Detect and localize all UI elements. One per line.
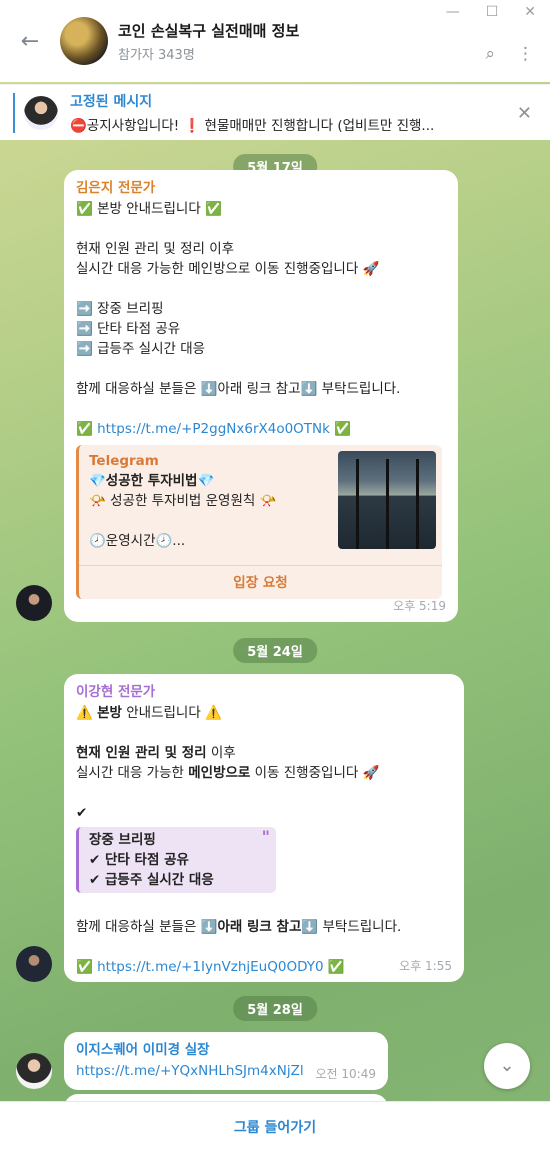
scroll-down-button[interactable]: ⌄ [484,1043,530,1089]
back-arrow-icon[interactable]: ← [0,29,60,54]
message-line: 현재 인원 관리 및 정리 이후 [76,241,235,257]
window-controls: — ☐ ✕ [446,4,536,20]
search-icon[interactable]: ⌕ [485,44,495,64]
message-line: ✅ 본방 안내드립니다 ✅ [76,201,222,217]
invite-link[interactable]: https://t.me/+P2ggNx6rX4o0OTNk [97,421,330,437]
invite-link[interactable]: https://t.me/+1IynVzhjEuQ0ODY0 [97,959,323,975]
sender-avatar[interactable] [16,1053,52,1089]
quote-line: ✔ 급등주 실시간 대응 [89,872,214,888]
invite-link-line: ✅ https://t.me/+1IynVzhjEuQ0ODY0 ✅ [76,959,345,975]
pinned-indicator [13,92,15,133]
message-time: 오전 10:49 [315,1067,376,1081]
pinned-title: 고정된 메시지 [70,94,153,110]
date-chip: 5월 28일 [233,996,317,1021]
message-line [76,399,446,419]
invite-link[interactable]: https://t.me/+YQxNHLhSJm4xNjZl [76,1063,304,1079]
message-line: 현재 인원 관리 및 정리 이후 [76,745,236,761]
date-chip: 5월 24일 [233,638,317,663]
group-title[interactable]: 코인 손실복구 실전매매 정보 [118,20,299,41]
check-emoji: ✅ [76,421,98,437]
pinned-body: ⛔공지사항입니다! ❗ 현물매매만 진행합니다 (업비트만 진행... [70,118,435,134]
check-emoji: ✅ [329,421,352,437]
message-line: 실시간 대응 가능한 메인방으로 이동 진행중입니다 🚀 [76,261,380,277]
quote-line: ✔ 단타 타점 공유 [89,852,189,868]
invite-link-line: ✅ https://t.me/+P2ggNx6rX4o0OTNk ✅ [76,419,446,439]
message-line [76,279,446,299]
message-line: 실시간 대응 가능한 메인방으로 이동 진행중입니다 🚀 [76,765,380,781]
sender-name[interactable]: 김은지 전문가 [76,178,446,198]
maximize-icon[interactable]: ☐ [486,4,499,20]
quote-icon: " [261,827,270,846]
message-time: 오후 1:55 [399,959,452,973]
join-request-button[interactable]: 입장 요청 [79,565,442,599]
close-pinned-icon[interactable]: ✕ [517,103,532,124]
message-line: 함께 대응하실 분들은 ⬇️아래 링크 참고⬇️ 부탁드립니다. [76,381,401,397]
message-bubble[interactable]: 이강현 전문가 ⚠️ 본방 안내드립니다 ⚠️ 현재 인원 관리 및 정리 이후… [64,674,464,982]
close-window-icon[interactable]: ✕ [524,4,536,20]
message-line: ➡️ 급등주 실시간 대응 [76,341,206,357]
more-menu-icon[interactable]: ⋮ [517,44,534,64]
sender-avatar[interactable] [16,585,52,621]
message-bubble[interactable]: 김은지 전문가 ✅ 본방 안내드립니다 ✅ 현재 인원 관리 및 정리 이후실시간… [64,170,458,622]
preview-image [338,451,436,549]
sender-name[interactable]: 이지스퀘어 이미경 실장 [76,1040,376,1060]
message-time: 오후 5:19 [393,599,446,613]
quote-line: 장중 브리핑 [89,832,156,848]
message-line: ⚠️ 본방 안내드립니다 ⚠️ [76,705,222,721]
message-line: ➡️ 단타 타점 공유 [76,321,181,337]
join-group-button[interactable]: 그룹 들어가기 [0,1101,550,1153]
pinned-thumbnail [24,95,58,130]
pinned-message-bar[interactable]: 고정된 메시지 ⛔공지사항입니다! ❗ 현물매매만 진행합니다 (업비트만 진행… [0,84,550,140]
group-avatar[interactable] [60,17,108,65]
quote-block: 장중 브리핑 ✔ 단타 타점 공유 ✔ 급등주 실시간 대응 " [76,827,276,893]
chevron-down-icon: ⌄ [499,1055,515,1076]
link-preview[interactable]: Telegram 💎성공한 투자비법💎 📯 성공한 투자비법 운영원칙 📯 🕗운… [76,445,442,599]
sender-avatar[interactable] [16,946,52,982]
member-count: 참가자 343명 [118,47,195,63]
check-mark: ✔ [76,805,88,821]
sender-name[interactable]: 이강현 전문가 [76,682,452,702]
message-line [76,359,446,379]
minimize-icon[interactable]: — [446,4,460,20]
message-bubble[interactable]: 이지스퀘어 이미경 실장 https://t.me/+YQxNHLhSJm4xN… [64,1032,388,1090]
message-line: ➡️ 장중 브리핑 [76,301,164,317]
message-line: 함께 대응하실 분들은 ⬇️아래 링크 참고⬇️ 부탁드립니다. [76,919,402,935]
message-line [76,219,446,239]
